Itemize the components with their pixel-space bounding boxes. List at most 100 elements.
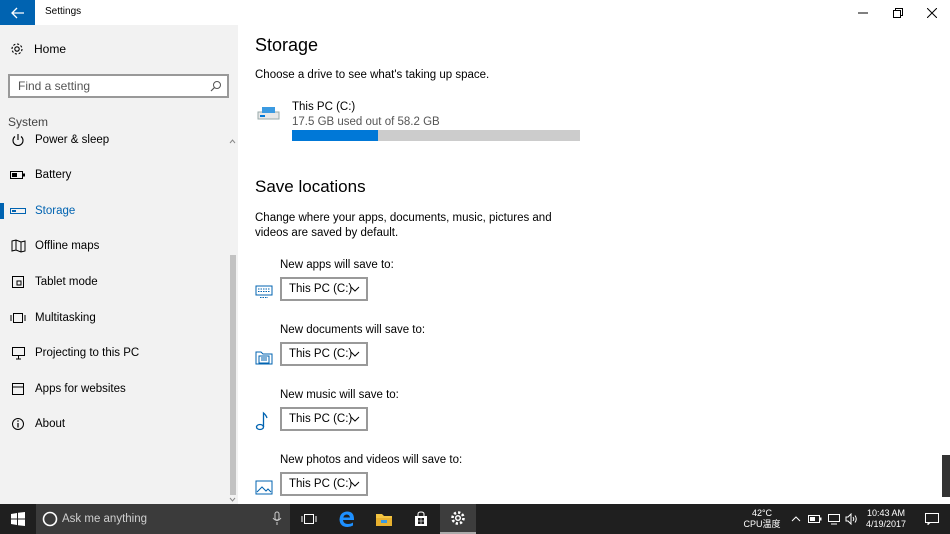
- gear-icon: [451, 511, 465, 525]
- taskbar: Ask me anything 42°C CPU温度 10:43 AM 4/19…: [0, 504, 950, 534]
- cpu-temp-label: CPU温度: [743, 519, 781, 529]
- sidebar-item-label: About: [35, 418, 66, 430]
- sidebar-item-label: Power & sleep: [35, 134, 110, 146]
- setting-search-input[interactable]: [18, 79, 203, 93]
- close-button[interactable]: [914, 0, 950, 25]
- volume-icon[interactable]: [845, 513, 858, 525]
- store-button[interactable]: [403, 504, 439, 534]
- documents-location-dropdown[interactable]: This PC (C:): [280, 342, 368, 366]
- start-button[interactable]: [0, 504, 36, 534]
- restore-button[interactable]: [880, 0, 916, 25]
- page-description: Choose a drive to see what's taking up s…: [255, 69, 490, 81]
- battery-icon[interactable]: [808, 514, 822, 524]
- sidebar-item-multitasking[interactable]: Multitasking: [0, 303, 228, 333]
- dropdown-value: This PC (C:): [289, 348, 353, 360]
- picture-icon: [255, 480, 275, 498]
- close-icon: [927, 7, 937, 18]
- projecting-icon: [10, 345, 26, 361]
- sidebar-scrollbar-thumb[interactable]: [230, 255, 236, 495]
- page-title: Storage: [255, 35, 319, 55]
- sidebar-item-label: Multitasking: [35, 312, 96, 324]
- microphone-icon[interactable]: [272, 511, 282, 526]
- sidebar-item-label: Projecting to this PC: [35, 347, 140, 359]
- folder-icon: [376, 513, 392, 526]
- save-locations-description: Change where your apps, documents, music…: [255, 212, 552, 239]
- sidebar-item-apps-for-websites[interactable]: Apps for websites: [0, 374, 228, 404]
- map-icon: [10, 238, 26, 254]
- sidebar-item-storage[interactable]: Storage: [0, 196, 228, 226]
- sidebar-item-projecting[interactable]: Projecting to this PC: [0, 338, 228, 368]
- sidebar-item-label: Tablet mode: [35, 276, 98, 288]
- settings-taskbar-button[interactable]: [440, 504, 476, 534]
- network-icon[interactable]: [827, 513, 841, 525]
- task-view-button[interactable]: [291, 504, 327, 534]
- selection-indicator: [0, 203, 4, 219]
- music-location-dropdown[interactable]: This PC (C:): [280, 407, 368, 431]
- temperature-readout: 42°C CPU温度: [742, 508, 782, 530]
- sidebar-item-about[interactable]: About: [0, 409, 228, 439]
- cortana-search-box[interactable]: Ask me anything: [36, 504, 290, 534]
- action-center-icon[interactable]: [925, 513, 939, 525]
- sidebar-item-offline-maps[interactable]: Offline maps: [0, 231, 228, 261]
- clock[interactable]: 10:43 AM 4/19/2017: [861, 508, 911, 530]
- clock-time: 10:43 AM: [866, 508, 906, 518]
- drive-name: This PC (C:): [292, 101, 356, 113]
- search-icon: [210, 81, 221, 92]
- drive-icon: [257, 107, 280, 120]
- chevron-up-icon[interactable]: [791, 515, 801, 523]
- drive-usage-fill: [292, 130, 379, 141]
- sidebar-item-tablet-mode[interactable]: Tablet mode: [0, 267, 228, 297]
- minimize-button[interactable]: [845, 0, 881, 25]
- music-note-icon: [255, 411, 275, 433]
- sidebar-item-label: Apps for websites: [35, 383, 126, 395]
- save-row-music: New music will save to: This PC (C:): [255, 389, 555, 447]
- edge-browser-button[interactable]: [329, 504, 365, 534]
- gear-icon: [11, 43, 23, 55]
- tablet-icon: [10, 274, 26, 290]
- chevron-down-icon: [350, 481, 360, 487]
- file-explorer-button[interactable]: [366, 504, 402, 534]
- apps-websites-icon: [10, 381, 26, 397]
- title-bar: Settings: [0, 0, 950, 25]
- cortana-search-placeholder: Ask me anything: [62, 513, 148, 525]
- multitasking-icon: [10, 310, 26, 326]
- clock-date: 4/19/2017: [865, 519, 907, 529]
- drive-usage: 17.5 GB used out of 58.2 GB: [292, 116, 440, 128]
- save-locations-title: Save locations: [255, 177, 366, 196]
- documents-folder-icon: [255, 350, 275, 368]
- home-link[interactable]: Home: [10, 42, 66, 56]
- setting-search-box[interactable]: [8, 74, 229, 98]
- photos-location-dropdown[interactable]: This PC (C:): [280, 472, 368, 496]
- save-row-apps: New apps will save to: This PC (C:): [255, 259, 555, 317]
- sidebar-item-power-sleep[interactable]: Power & sleep: [0, 125, 228, 155]
- edge-icon: [339, 511, 354, 527]
- settings-window: Settings Home System: [0, 0, 950, 504]
- back-arrow-icon: [10, 7, 24, 18]
- save-row-label: New apps will save to:: [280, 259, 394, 271]
- dropdown-value: This PC (C:): [289, 478, 353, 490]
- minimize-icon: [858, 12, 868, 13]
- sidebar-item-label: Storage: [35, 205, 76, 217]
- restore-icon: [893, 7, 903, 18]
- temperature-value: 42°C: [751, 508, 773, 518]
- dropdown-value: This PC (C:): [289, 413, 353, 425]
- drive-item[interactable]: This PC (C:) 17.5 GB used out of 58.2 GB: [255, 100, 585, 145]
- windows-logo-icon: [11, 512, 25, 526]
- save-row-documents: New documents will save to: This PC (C:): [255, 324, 555, 382]
- apps-location-dropdown[interactable]: This PC (C:): [280, 277, 368, 301]
- dropdown-value: This PC (C:): [289, 283, 353, 295]
- edge-scrollbar[interactable]: [942, 455, 950, 497]
- window-title: Settings: [45, 6, 82, 17]
- chevron-down-icon: [350, 286, 360, 292]
- back-button[interactable]: [0, 0, 35, 25]
- monitor-icon: [255, 285, 275, 303]
- info-icon: [10, 416, 26, 432]
- chevron-down-icon: [350, 351, 360, 357]
- drive-usage-bar: [292, 130, 580, 141]
- sidebar-item-label: Offline maps: [35, 240, 100, 252]
- home-label: Home: [34, 42, 67, 56]
- sidebar-item-battery[interactable]: Battery: [0, 160, 228, 190]
- task-view-icon: [301, 514, 317, 524]
- save-row-label: New documents will save to:: [280, 324, 426, 336]
- chevron-down-icon: [350, 416, 360, 422]
